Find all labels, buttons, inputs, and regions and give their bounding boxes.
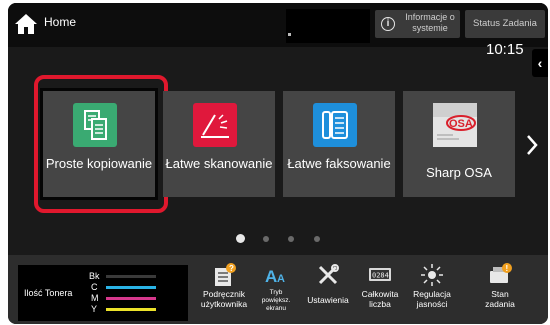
- system-info-button[interactable]: i Informacje o systemie: [375, 10, 460, 38]
- title-dot: [288, 33, 291, 36]
- title-field: [286, 9, 370, 43]
- scan-icon: [193, 103, 237, 147]
- settings-icon: [318, 264, 339, 285]
- home-icon: [15, 14, 37, 34]
- info-icon: i: [381, 17, 395, 31]
- brightness-button[interactable]: Regulacja jasności: [402, 259, 462, 321]
- tile-label: Proste kopiowanie: [45, 156, 153, 171]
- page-dot-1[interactable]: [236, 234, 245, 243]
- svg-text:?: ?: [229, 264, 234, 273]
- tile-label: Łatwe skanowanie: [165, 156, 273, 171]
- clock: 10:15: [486, 41, 524, 58]
- bb-label-brightness: Regulacja jasności: [413, 289, 451, 309]
- tile-sharp-osa[interactable]: OSA Sharp OSA: [403, 91, 515, 197]
- zoom-mode-button[interactable]: A A Tryb powiększ. ekranu: [246, 259, 306, 321]
- svg-text:0284: 0284: [372, 272, 389, 280]
- system-info-label: Informacje o systemie: [405, 12, 455, 33]
- toner-bar-m: [106, 297, 156, 300]
- toner-title: Ilość Tonera: [24, 288, 73, 298]
- settings-button[interactable]: Ustawienia: [298, 259, 358, 321]
- toner-bar-bk: [106, 275, 156, 278]
- job-status-button[interactable]: Status Zadania: [465, 10, 545, 38]
- counter-icon: 0284: [369, 268, 391, 281]
- device-screen: Home i Informacje o systemie Status Zada…: [8, 3, 548, 324]
- tile-label: Sharp OSA: [426, 165, 492, 180]
- sharp-osa-icon: OSA: [433, 103, 477, 147]
- home-label: Home: [44, 15, 77, 29]
- top-bar: Home i Informacje o systemie Status Zada…: [8, 3, 548, 47]
- toner-label-bk: Bk: [89, 271, 100, 281]
- manual-icon: ?: [215, 263, 236, 286]
- home-button[interactable]: Home: [8, 3, 108, 47]
- toner-label-c: C: [91, 282, 98, 292]
- total-count-button[interactable]: 0284 Całkowita liczba: [350, 259, 410, 321]
- fax-icon: [313, 103, 357, 147]
- svg-text:OSA: OSA: [449, 118, 473, 130]
- job-status-shortcut-button[interactable]: ! Stan zadania: [470, 259, 530, 321]
- brightness-icon: [421, 264, 443, 286]
- bottom-bar: Ilość Tonera Bk C M Y ? Podręcznik użytk…: [8, 255, 548, 324]
- tile-simple-copy[interactable]: Proste kopiowanie: [40, 88, 158, 200]
- bb-label-settings: Ustawienia: [307, 295, 349, 305]
- bb-label-counter: Całkowita liczba: [361, 289, 399, 309]
- user-manual-button[interactable]: ? Podręcznik użytkownika: [194, 259, 254, 321]
- toner-label-y: Y: [91, 304, 98, 314]
- svg-text:A: A: [265, 267, 277, 286]
- svg-text:!: !: [506, 264, 509, 273]
- tile-easy-scan[interactable]: Łatwe skanowanie: [163, 91, 275, 197]
- toner-bar-y: [106, 308, 156, 311]
- svg-text:A: A: [277, 273, 285, 285]
- toner-level-panel: Ilość Tonera Bk C M Y: [18, 265, 188, 321]
- next-page-arrow-icon[interactable]: [524, 133, 540, 157]
- job-status-icon: !: [490, 263, 512, 283]
- toner-bar-c: [106, 286, 156, 289]
- toner-label-m: M: [91, 293, 99, 303]
- page-dot-3[interactable]: [288, 236, 294, 242]
- page-dot-2[interactable]: [263, 236, 269, 242]
- page-dot-4[interactable]: [314, 236, 320, 242]
- bb-label-manual: Podręcznik użytkownika: [200, 289, 248, 309]
- copy-icon: [73, 103, 117, 147]
- zoom-text-icon: A A: [265, 267, 285, 286]
- bb-label-job-status: Stan zadania: [485, 289, 515, 309]
- tile-easy-fax[interactable]: Łatwe faksowanie: [283, 91, 395, 197]
- tile-label: Łatwe faksowanie: [287, 156, 391, 171]
- bb-label-zoom: Tryb powiększ. ekranu: [261, 289, 291, 312]
- side-panel-tab[interactable]: ‹: [532, 49, 548, 77]
